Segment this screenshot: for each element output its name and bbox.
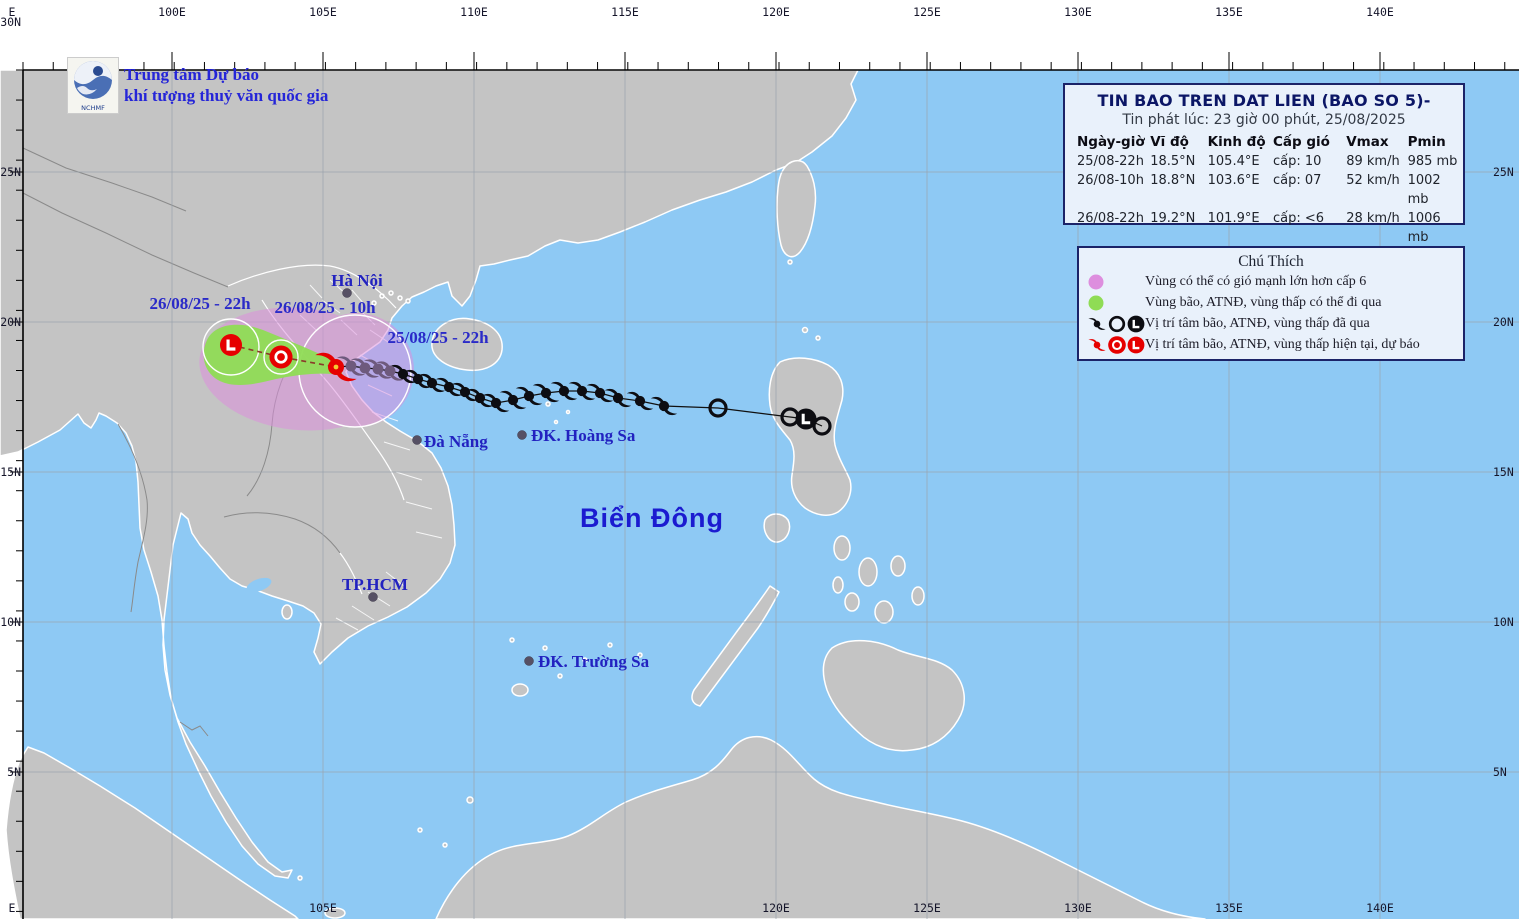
storm-data-table: Ngày-giờ Vĩ độ Kinh độ Cấp gió Vmax Pmin 25/08…	[1065, 133, 1463, 247]
legend-row-current-position: Vị trí tâm bão, ATNĐ, vùng thấp hiện tại…	[1079, 334, 1463, 355]
legend-row-past-position: Vị trí tâm bão, ATNĐ, vùng thấp đã qua	[1079, 313, 1463, 334]
nchmf-logo: NCHMF	[67, 57, 119, 114]
track-date-label: 26/08/25 - 10h	[274, 298, 376, 317]
axis-label: 125E	[913, 5, 941, 19]
axis-label: 5N	[7, 765, 21, 779]
axis-label: 20N	[1493, 315, 1514, 329]
table-row: 26/08-10h 18.8°N 103.6°E cấp: 07 52 km/h 1002…	[1077, 171, 1463, 209]
axis-label: 100E	[158, 5, 186, 19]
table-cell: 18.8°N	[1150, 173, 1196, 188]
track-date-label: 26/08/25 - 22h	[149, 294, 251, 313]
city-label: TP.HCM	[342, 575, 408, 594]
axis-label: 10N	[0, 615, 21, 629]
table-row: 26/08-22h 19.2°N 101.9°E cấp: <6 28 km/h 1006…	[1077, 209, 1463, 247]
past-position-icons	[1088, 313, 1145, 334]
table-cell: 89 km/h	[1346, 154, 1400, 169]
city-dot	[524, 656, 534, 666]
axis-label: 15N	[1493, 465, 1514, 479]
axis-label: 10N	[1493, 615, 1514, 629]
table-row: 25/08-22h 18.5°N 105.4°E cấp: 10 89 km/h 985 …	[1077, 152, 1463, 171]
axis-label: 120E	[762, 5, 790, 19]
legend-text: Vị trí tâm bão, ATNĐ, vùng thấp hiện tại…	[1145, 336, 1420, 352]
axis-label: 25N	[1493, 165, 1514, 179]
axis-label: E	[9, 901, 16, 915]
axis-label: 20N	[0, 315, 21, 329]
axis-label: 125E	[913, 901, 941, 915]
bulletin-title: TIN BAO TREN DAT LIEN (BAO SO 5)-	[1097, 91, 1431, 110]
legend-text: Vị trí tâm bão, ATNĐ, vùng thấp đã qua	[1145, 315, 1370, 331]
axis-label: 30N	[0, 15, 21, 29]
table-cell: 18.5°N	[1150, 154, 1196, 169]
column-header: Ngày-giờ	[1077, 134, 1145, 150]
current-position-icons	[1088, 334, 1145, 355]
axis-label: 135E	[1215, 5, 1243, 19]
table-cell: 103.6°E	[1207, 173, 1260, 188]
forecast-position-icon	[218, 332, 244, 358]
axis-label: 5N	[1493, 765, 1507, 779]
org-name-line1: Trung tâm Dự báo	[124, 65, 260, 84]
table-cell: 26/08-10h	[1077, 173, 1144, 188]
table-cell: cấp: 10	[1272, 154, 1322, 169]
track-zone-icon	[1088, 295, 1104, 310]
table-cell: 1006 mb	[1407, 211, 1441, 245]
current-center-dot	[333, 364, 339, 370]
city-dot	[517, 430, 527, 440]
axis-label: 105E	[309, 901, 337, 915]
table-cell: 101.9°E	[1207, 211, 1260, 226]
table-cell: 1002 mb	[1407, 173, 1441, 207]
column-header: Cấp gió	[1272, 134, 1330, 150]
storm-bulletin-page: E 100E 105E 110E 115E 120E 125E 130E 135E 140E E 10…	[0, 0, 1519, 919]
legend-row-track-zone: Vùng bão, ATNĐ, vùng thấp có thể đi qua	[1079, 292, 1463, 313]
legend-text: Vùng có thể có gió mạnh lớn hơn cấp 6	[1145, 273, 1367, 289]
city-label: Hà Nội	[331, 271, 383, 290]
table-cell: cấp: 07	[1272, 173, 1322, 188]
bulletin-issued-time: Tin phát lúc: 23 giờ 00 phút, 25/08/2025	[1122, 112, 1406, 128]
axis-label: 15N	[0, 465, 21, 479]
org-name: Trung tâm Dự báo khí tượng thuỷ văn quốc…	[124, 64, 328, 106]
axis-label: 140E	[1366, 5, 1394, 19]
column-header: Kinh độ	[1207, 134, 1266, 150]
axis-label: 130E	[1064, 901, 1092, 915]
forecast-position-icon	[268, 344, 294, 370]
city-label: ĐK. Hoàng Sa	[531, 426, 636, 445]
land-mindoro	[763, 513, 791, 543]
track-date-label: 25/08/25 - 22h	[387, 328, 489, 347]
legend-row-wind-zone: Vùng có thể có gió mạnh lớn hơn cấp 6	[1079, 271, 1463, 292]
wind-zone-icon	[1088, 274, 1104, 289]
city-label: Đà Nẵng	[424, 432, 488, 451]
axis-label: 110E	[460, 5, 488, 19]
nchmf-abbr: NCHMF	[81, 104, 105, 112]
nchmf-emblem-icon	[74, 61, 112, 99]
axis-label: 130E	[1064, 5, 1092, 19]
legend: Chú Thích Vùng có thể có gió mạnh lớn hơ…	[1077, 246, 1465, 361]
past-low-icon	[794, 407, 818, 431]
city-dot	[412, 435, 422, 445]
table-cell: 52 km/h	[1346, 173, 1400, 188]
city-label: ĐK. Trường Sa	[538, 652, 650, 671]
axis-label: 105E	[309, 5, 337, 19]
table-cell: 28 km/h	[1346, 211, 1400, 226]
table-cell: 26/08-22h	[1077, 211, 1144, 226]
axis-label: 120E	[762, 901, 790, 915]
storm-info-box: TIN BAO TREN DAT LIEN (BAO SO 5)- Tin ph…	[1063, 83, 1465, 245]
axis-label: 25N	[0, 165, 21, 179]
column-header: Vĩ độ	[1150, 134, 1189, 150]
table-cell: 105.4°E	[1207, 154, 1260, 169]
sea-name-label: Biển Đông	[580, 503, 724, 533]
table-cell: 25/08-22h	[1077, 154, 1144, 169]
legend-title: Chú Thích	[1238, 253, 1304, 270]
axis-label: 115E	[611, 5, 639, 19]
axis-label: 135E	[1215, 901, 1243, 915]
table-header-row: Ngày-giờ Vĩ độ Kinh độ Cấp gió Vmax Pmin	[1077, 133, 1463, 152]
table-cell: 985 mb	[1407, 154, 1458, 169]
axis-label: 140E	[1366, 901, 1394, 915]
column-header: Pmin	[1407, 134, 1446, 150]
table-cell: 19.2°N	[1150, 211, 1196, 226]
table-cell: cấp: <6	[1272, 211, 1325, 226]
legend-text: Vùng bão, ATNĐ, vùng thấp có thể đi qua	[1145, 294, 1382, 310]
column-header: Vmax	[1346, 134, 1389, 150]
org-name-line2: khí tượng thuỷ văn quốc gia	[124, 86, 329, 105]
